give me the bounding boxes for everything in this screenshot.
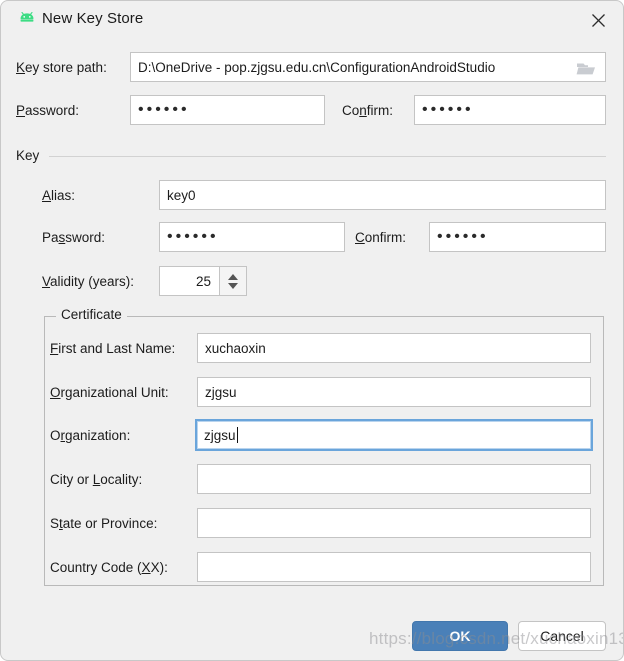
title-bar: New Key Store — [1, 1, 623, 39]
android-robot-icon — [18, 11, 36, 28]
certificate-first-last-name-label: First and Last Name: — [50, 341, 176, 356]
key-alias-input[interactable]: key0 — [159, 180, 606, 210]
certificate-state-province-label: State or Province: — [50, 516, 158, 531]
certificate-country-code-input[interactable] — [197, 552, 591, 582]
key-store-path-input[interactable]: D:\OneDrive - pop.zjgsu.edu.cn\Configura… — [130, 52, 606, 82]
close-icon[interactable] — [579, 5, 617, 35]
certificate-city-locality-label: City or Locality: — [50, 472, 143, 487]
key-password-input[interactable]: •••••• — [159, 222, 345, 252]
ok-button[interactable]: OK — [412, 621, 508, 651]
key-password-value: •••••• — [167, 228, 219, 245]
certificate-organizational-unit-value: zjgsu — [205, 384, 237, 400]
key-store-path-value: D:\OneDrive - pop.zjgsu.edu.cn\Configura… — [138, 59, 496, 75]
key-alias-value: key0 — [167, 187, 196, 203]
folder-icon[interactable] — [576, 61, 596, 76]
certificate-city-locality-input[interactable] — [197, 464, 591, 494]
new-key-store-dialog: New Key Store Key store path: D:\OneDriv… — [0, 0, 624, 661]
keystore-confirm-value: •••••• — [422, 101, 474, 118]
keystore-password-input[interactable]: •••••• — [130, 95, 325, 125]
certificate-group-title: Certificate — [56, 307, 127, 322]
ok-button-label: OK — [449, 628, 471, 644]
key-validity-stepper[interactable] — [219, 266, 247, 296]
key-validity-label: Validity (years): — [42, 274, 135, 289]
key-store-path-label: Key store path: — [16, 60, 107, 75]
certificate-organizational-unit-label: Organizational Unit: — [50, 385, 169, 400]
key-validity-value: 25 — [195, 273, 211, 289]
certificate-organizational-unit-input[interactable]: zjgsu — [197, 377, 591, 407]
keystore-confirm-input[interactable]: •••••• — [414, 95, 606, 125]
certificate-state-province-input[interactable] — [197, 508, 591, 538]
cancel-button-label: Cancel — [540, 628, 584, 644]
cancel-button[interactable]: Cancel — [518, 621, 606, 651]
key-section-title: Key — [16, 148, 46, 163]
key-alias-label: Alias: — [42, 188, 76, 203]
key-section-divider — [49, 156, 606, 157]
window-title: New Key Store — [42, 10, 144, 27]
keystore-confirm-label: Confirm: — [342, 103, 394, 118]
key-confirm-input[interactable]: •••••• — [429, 222, 606, 252]
spinner-up-arrow-icon[interactable] — [228, 273, 238, 280]
certificate-organization-label: Organization: — [50, 428, 131, 443]
key-validity-input[interactable]: 25 — [159, 266, 219, 296]
text-cursor — [236, 427, 238, 443]
key-confirm-value: •••••• — [437, 228, 489, 245]
keystore-password-label: Password: — [16, 103, 80, 118]
key-password-label: Password: — [42, 230, 106, 245]
certificate-organization-value: zjgsu — [204, 427, 236, 443]
certificate-country-code-label: Country Code (XX): — [50, 560, 168, 575]
certificate-first-last-name-value: xuchaoxin — [205, 340, 266, 356]
spinner-down-arrow-icon[interactable] — [228, 282, 238, 289]
key-confirm-label: Confirm: — [355, 230, 407, 245]
certificate-organization-input[interactable]: zjgsu — [195, 419, 593, 451]
keystore-password-value: •••••• — [138, 101, 190, 118]
certificate-first-last-name-input[interactable]: xuchaoxin — [197, 333, 591, 363]
